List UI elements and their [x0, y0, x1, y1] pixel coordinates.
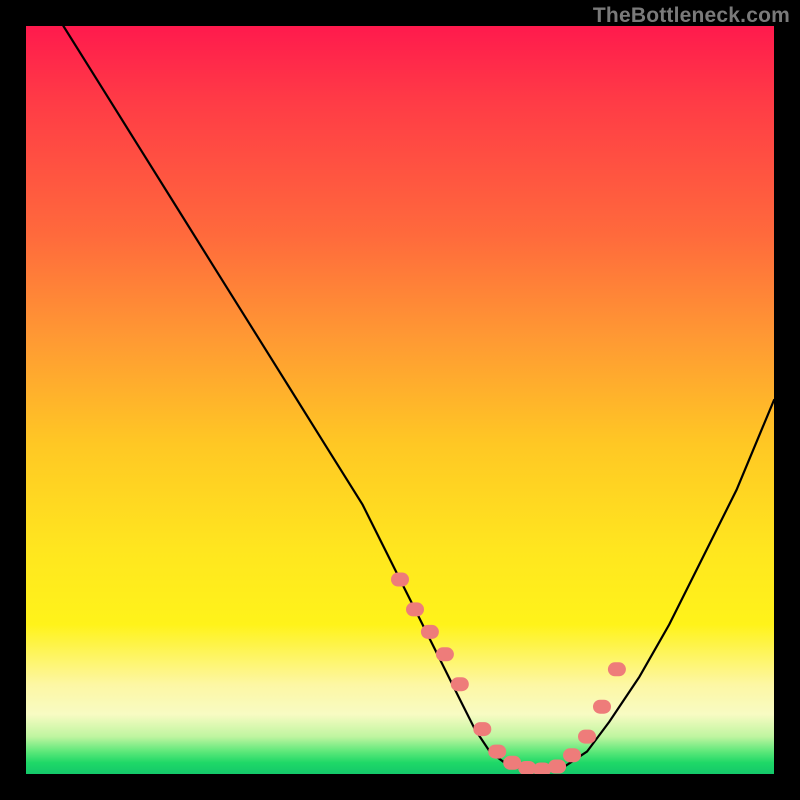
- watermark-label: TheBottleneck.com: [593, 4, 790, 28]
- valley-marker: [406, 602, 424, 616]
- valley-marker: [391, 573, 409, 587]
- valley-marker: [451, 677, 469, 691]
- valley-marker: [436, 647, 454, 661]
- curve-group: [63, 26, 774, 774]
- valley-marker: [488, 745, 506, 759]
- valley-marker: [578, 730, 596, 744]
- curve-svg: [26, 26, 774, 774]
- valley-marker: [593, 700, 611, 714]
- valley-marker: [548, 760, 566, 774]
- chart-frame: TheBottleneck.com: [0, 0, 800, 800]
- valley-marker: [608, 662, 626, 676]
- valley-marker: [473, 722, 491, 736]
- marker-group: [391, 573, 626, 775]
- bottleneck-curve-path: [63, 26, 774, 770]
- valley-marker: [421, 625, 439, 639]
- plot-area: [26, 26, 774, 774]
- valley-marker: [563, 748, 581, 762]
